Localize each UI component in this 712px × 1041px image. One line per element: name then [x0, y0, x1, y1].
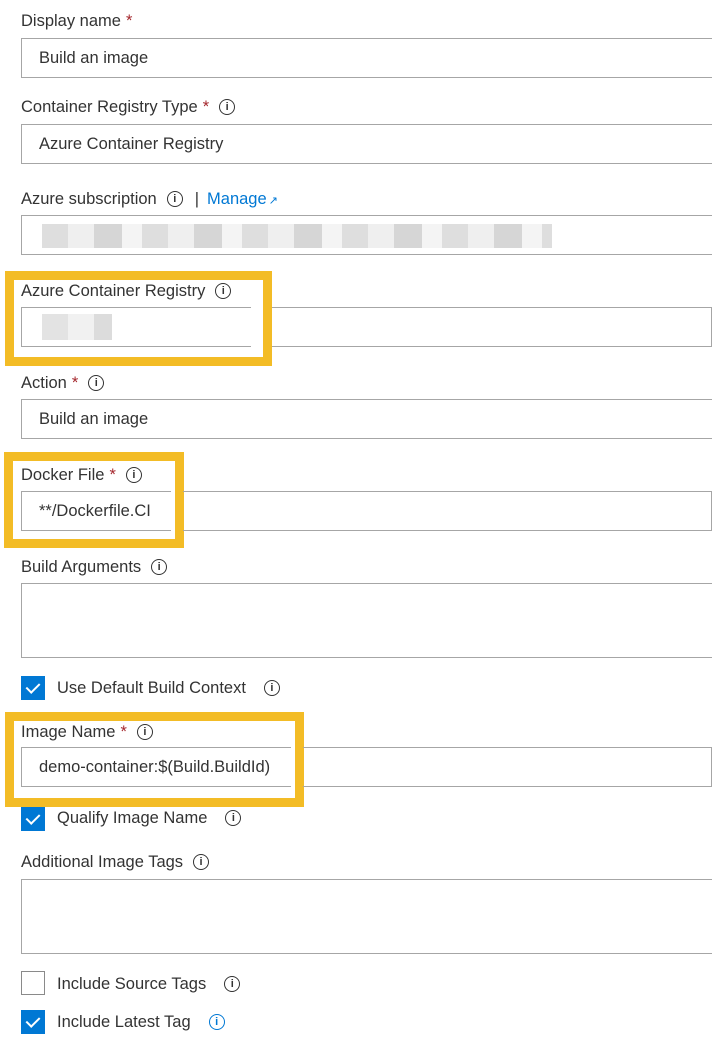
- subscription-label: Azure subscription i | Manage ↗: [21, 188, 278, 210]
- input-value: Azure Container Registry: [39, 134, 224, 153]
- info-icon[interactable]: i: [219, 99, 236, 115]
- build-args-label: Build Arguments i: [21, 556, 168, 578]
- required-mark: *: [109, 465, 116, 484]
- use-default-context-checkbox[interactable]: [21, 676, 45, 700]
- subscription-select[interactable]: [21, 215, 712, 255]
- info-icon[interactable]: i: [224, 976, 241, 992]
- include-latest-tag-label: Include Latest Tag i: [57, 1011, 225, 1033]
- required-mark: *: [202, 97, 210, 116]
- docker-file-input[interactable]: **/Dockerfile.CI: [21, 491, 171, 531]
- image-name-input[interactable]: demo-container:$(Build.BuildId): [21, 747, 291, 787]
- external-link-icon: ↗: [268, 194, 278, 207]
- include-source-tags-label: Include Source Tags i: [57, 973, 241, 995]
- label-text: Docker File: [21, 465, 105, 484]
- build-args-textarea[interactable]: [21, 583, 712, 658]
- label-text: Include Source Tags: [57, 974, 207, 993]
- include-latest-tag-checkbox[interactable]: [21, 1010, 45, 1034]
- input-value: **/Dockerfile.CI: [39, 501, 151, 520]
- label-text: Azure Container Registry: [21, 281, 206, 300]
- required-mark: *: [120, 722, 127, 741]
- use-default-context-label: Use Default Build Context i: [57, 677, 280, 699]
- redacted-value: [42, 314, 112, 340]
- acr-select-edge: [272, 307, 712, 347]
- info-icon[interactable]: i: [225, 810, 242, 826]
- manage-text: Manage: [207, 189, 267, 208]
- input-value: demo-container:$(Build.BuildId): [39, 757, 271, 776]
- display-name-input[interactable]: Build an image: [21, 38, 712, 78]
- info-icon[interactable]: i: [193, 854, 210, 870]
- label-text: Display name: [21, 11, 121, 30]
- label-text: Build Arguments: [21, 557, 142, 576]
- label-text: Qualify Image Name: [57, 808, 208, 827]
- docker-file-edge: [183, 491, 712, 531]
- additional-tags-label: Additional Image Tags i: [21, 851, 210, 873]
- action-label: Action * i: [21, 372, 105, 394]
- info-icon[interactable]: i: [208, 1014, 225, 1030]
- include-source-tags-checkbox[interactable]: [21, 971, 45, 995]
- display-name-label: Display name *: [21, 10, 132, 32]
- label-text: Additional Image Tags: [21, 852, 184, 871]
- action-select[interactable]: Build an image: [21, 399, 712, 439]
- registry-type-select[interactable]: Azure Container Registry: [21, 124, 712, 164]
- input-value: Build an image: [39, 48, 149, 67]
- separator: |: [194, 189, 200, 208]
- qualify-image-name-checkbox[interactable]: [21, 807, 45, 831]
- required-mark: *: [125, 11, 133, 30]
- additional-tags-textarea[interactable]: [21, 879, 712, 954]
- acr-label: Azure Container Registry i: [21, 280, 232, 302]
- info-icon[interactable]: i: [215, 283, 232, 299]
- label-text: Container Registry Type: [21, 97, 198, 116]
- input-value: Build an image: [39, 409, 149, 428]
- required-mark: *: [71, 373, 79, 392]
- acr-select[interactable]: [21, 307, 251, 347]
- label-text: Image Name: [21, 722, 116, 741]
- label-text: Use Default Build Context: [57, 678, 246, 697]
- label-text: Azure subscription: [21, 189, 157, 208]
- info-icon[interactable]: i: [151, 559, 168, 575]
- redacted-value: [42, 224, 552, 248]
- qualify-image-name-label: Qualify Image Name i: [57, 807, 242, 829]
- info-icon[interactable]: i: [263, 680, 280, 696]
- manage-link[interactable]: Manage ↗: [207, 190, 278, 209]
- label-text: Include Latest Tag: [57, 1012, 191, 1031]
- info-icon[interactable]: i: [136, 724, 153, 740]
- info-icon[interactable]: i: [125, 467, 142, 483]
- docker-file-label: Docker File * i: [21, 464, 142, 486]
- info-icon[interactable]: i: [166, 191, 183, 207]
- image-name-edge: [303, 747, 712, 787]
- label-text: Action: [21, 373, 67, 392]
- info-icon[interactable]: i: [88, 375, 105, 391]
- registry-type-label: Container Registry Type * i: [21, 96, 236, 118]
- image-name-label: Image Name * i: [21, 721, 153, 743]
